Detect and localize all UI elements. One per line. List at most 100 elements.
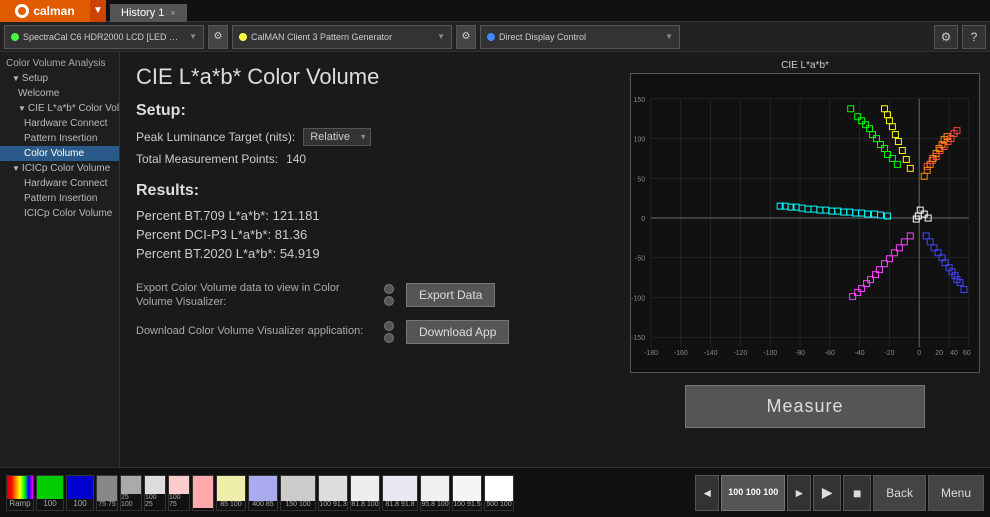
dropdown-arrow-btn[interactable]: ▼ [90, 0, 106, 22]
sidebar-arrow-cie-icon: ▼ [18, 104, 26, 113]
history-tab[interactable]: History 1 × [110, 4, 187, 22]
swatch-blue[interactable]: 100 [66, 475, 94, 511]
device1-settings-btn[interactable]: ⚙ [208, 25, 228, 49]
sidebar-item-icicip-color-volume[interactable]: ICICp Color Volume [0, 206, 119, 221]
svg-text:-160: -160 [674, 350, 688, 357]
download-app-button[interactable]: Download App [406, 320, 509, 344]
swatch-gray3-label: 100 25 [145, 494, 165, 508]
swatch-white6-color [453, 476, 481, 501]
swatch-white4-label: 81.8 91.8 [385, 501, 414, 508]
logo-inner [18, 7, 26, 15]
swatch-green-color [37, 476, 63, 499]
export-icons [384, 284, 394, 306]
device3-dropdown-icon: ▼ [665, 32, 673, 41]
tab-close-icon[interactable]: × [170, 8, 175, 18]
svg-text:-140: -140 [704, 350, 718, 357]
swatch-white7-label: 500 100 [486, 501, 511, 508]
svg-text:-150: -150 [631, 335, 645, 342]
swatch-green-label: 100 [43, 499, 56, 508]
swatch-white7[interactable]: 500 100 [484, 475, 514, 511]
svg-text:50: 50 [637, 176, 645, 183]
settings-icon-btn[interactable]: ⚙ [934, 25, 958, 49]
download-icon-dot1 [384, 321, 394, 331]
sidebar: Color Volume Analysis ▼Setup Welcome ▼CI… [0, 52, 120, 467]
menu-button[interactable]: Menu [928, 475, 984, 511]
swatch-yellow-tint-color [217, 476, 245, 501]
peak-luminance-select[interactable]: Relative [303, 128, 371, 146]
total-measurement-value: 140 [286, 152, 306, 166]
swatch-ramp[interactable]: Ramp [6, 475, 34, 511]
tab-area: History 1 × [106, 0, 187, 22]
swatch-white3[interactable]: 81.8 100 [350, 475, 380, 511]
sidebar-item-setup[interactable]: ▼Setup [0, 71, 119, 86]
swatch-ramp-color [7, 476, 33, 499]
export-data-button[interactable]: Export Data [406, 283, 495, 307]
results-section: Results: Percent BT.709 L*a*b*: 121.181 … [136, 182, 604, 261]
swatch-white4[interactable]: 81.8 91.8 [382, 475, 418, 511]
svg-text:-100: -100 [763, 350, 777, 357]
play-btn[interactable]: ▶ [813, 475, 841, 511]
swatch-pink-color [169, 476, 189, 494]
device2-dropdown-icon: ▼ [437, 32, 445, 41]
sidebar-item-icicip[interactable]: ▼ICICp Color Volume [0, 161, 119, 176]
swatch-white5[interactable]: 95.8 100 [420, 475, 450, 511]
result2: Percent DCI-P3 L*a*b*: 81.36 [136, 227, 604, 242]
swatch-white6[interactable]: 100 91.5 [452, 475, 482, 511]
sidebar-item-hardware-connect[interactable]: Hardware Connect [0, 116, 119, 131]
swatch-gray2[interactable]: 25 100 [120, 475, 142, 511]
device3-selector[interactable]: Direct Display Control ▼ [480, 25, 680, 49]
swatch-white3-label: 81.8 100 [351, 501, 378, 508]
sidebar-section-label: Color Volume Analysis [0, 56, 119, 71]
device1-selector[interactable]: SpectraCal C6 HDR2000 LCD [LED White] ▼ [4, 25, 204, 49]
next-page-btn[interactable]: ► [787, 475, 811, 511]
peak-luminance-select-wrapper[interactable]: Relative [303, 128, 371, 146]
swatch-pink2[interactable] [192, 475, 214, 511]
swatch-white1[interactable]: 150 100 [280, 475, 316, 511]
peak-luminance-row: Peak Luminance Target (nits): Relative [136, 128, 604, 146]
total-measurement-row: Total Measurement Points: 140 [136, 152, 604, 166]
swatch-blue-color [67, 476, 93, 499]
sidebar-item-cie-lab[interactable]: ▼CIE L*a*b* Color Volume [0, 101, 119, 116]
swatch-white3-color [351, 476, 379, 501]
result3: Percent BT.2020 L*a*b*: 54.919 [136, 246, 604, 261]
device1-dropdown-icon: ▼ [189, 32, 197, 41]
chart-panel: CIE L*a*b* [620, 52, 990, 467]
total-measurement-label: Total Measurement Points: [136, 152, 278, 166]
svg-text:20: 20 [935, 350, 943, 357]
swatch-white2-label: 100 91.3 [319, 501, 346, 508]
info-icon-btn[interactable]: ? [962, 25, 986, 49]
swatch-white5-label: 95.8 100 [421, 501, 448, 508]
sidebar-item-hardware-connect2[interactable]: Hardware Connect [0, 176, 119, 191]
svg-text:100: 100 [633, 137, 645, 144]
back-button[interactable]: Back [873, 475, 926, 511]
swatch-gray1[interactable]: 75 75 [96, 475, 118, 511]
swatch-pink[interactable]: 100 75 [168, 475, 190, 511]
export-icon-dot2 [384, 296, 394, 306]
content-area: CIE L*a*b* Color Volume Setup: Peak Lumi… [120, 52, 620, 467]
swatch-white2[interactable]: 100 91.3 [318, 475, 348, 511]
device1-label: SpectraCal C6 HDR2000 LCD [LED White] [23, 32, 185, 42]
swatch-gray3[interactable]: 100 25 [144, 475, 166, 511]
swatch-green[interactable]: 100 [36, 475, 64, 511]
swatch-yellow-tint[interactable]: 85 100 [216, 475, 246, 511]
sidebar-item-welcome[interactable]: Welcome [0, 86, 119, 101]
svg-text:40: 40 [950, 350, 958, 357]
prev-page-btn[interactable]: ◄ [695, 475, 719, 511]
swatch-blue-tint[interactable]: 400 85 [248, 475, 278, 511]
swatch-yellow-tint-label: 85 100 [220, 501, 241, 508]
measure-button[interactable]: Measure [685, 385, 924, 428]
device2-selector[interactable]: CalMAN Client 3 Pattern Generator ▼ [232, 25, 452, 49]
sidebar-item-color-volume-active[interactable]: Color Volume [0, 146, 119, 161]
download-app-row: Download Color Volume Visualizer applica… [136, 320, 604, 344]
device2-settings-btn[interactable]: ⚙ [456, 25, 476, 49]
logo-area[interactable]: calman [0, 0, 90, 22]
swatch-blue-label: 100 [73, 499, 86, 508]
swatch-gray1-color [97, 476, 117, 501]
stop-btn[interactable]: ■ [843, 475, 871, 511]
sidebar-item-pattern-insertion2[interactable]: Pattern Insertion [0, 191, 119, 206]
chart-svg: 150 100 50 0 -50 -100 -150 -180 -160 -14… [631, 74, 979, 372]
export-data-label: Export Color Volume data to view in Colo… [136, 281, 376, 310]
swatch-blue-tint-color [249, 476, 277, 501]
download-icons [384, 321, 394, 343]
sidebar-item-pattern-insertion[interactable]: Pattern Insertion [0, 131, 119, 146]
